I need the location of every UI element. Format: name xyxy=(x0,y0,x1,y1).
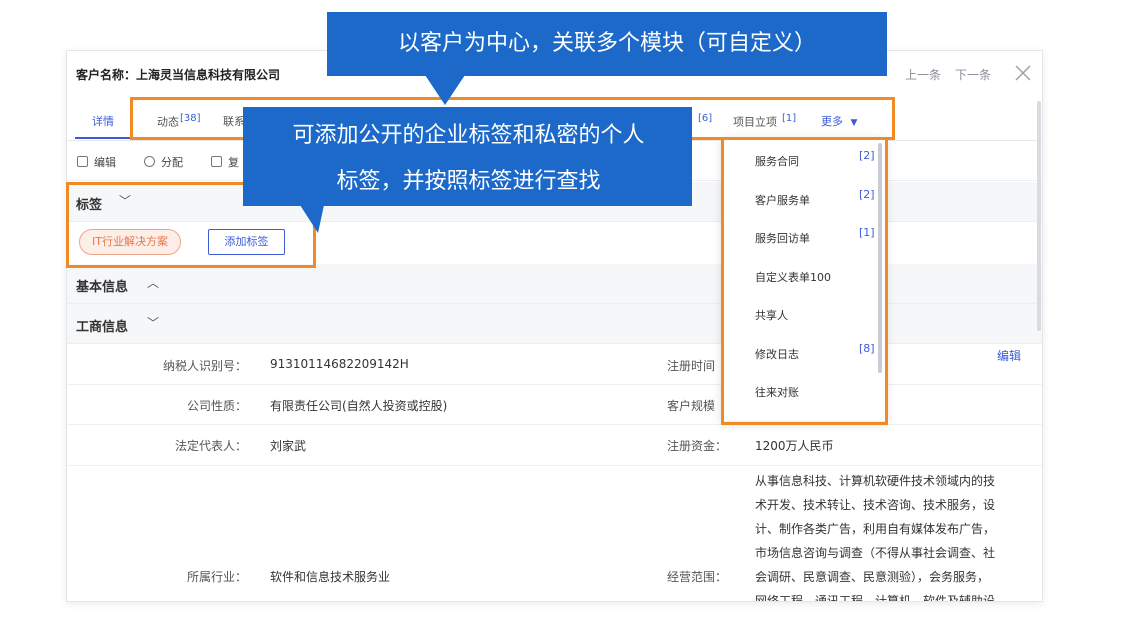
edit-button[interactable]: 编辑 xyxy=(77,154,116,170)
dropdown-scrollbar[interactable] xyxy=(878,143,882,373)
scope-line: 会调研、民意调查、民意测验），会务服务， xyxy=(755,570,990,584)
business-info-label: 工商信息 xyxy=(76,320,129,335)
reg-capital-label: 注册资金： xyxy=(667,439,728,453)
tag-chip[interactable]: IT行业解决方案 xyxy=(79,229,181,255)
active-tab-indicator xyxy=(75,137,131,139)
close-icon[interactable] xyxy=(1013,63,1033,83)
basic-info-section-header[interactable]: 基本信息 ︿ xyxy=(67,264,1042,304)
reg-time-label: 注册时间 xyxy=(667,359,716,373)
scope-line: 市场信息咨询与调查（不得从事社会调查、社 xyxy=(755,546,996,560)
menu-item-change-log[interactable]: 修改日志 xyxy=(755,346,799,362)
tab-more[interactable]: 更多 ▼ xyxy=(821,113,857,129)
assign-button[interactable]: 分配 xyxy=(144,154,183,170)
industry-value: 软件和信息技术服务业 xyxy=(270,570,391,584)
scope-line: 计、制作各类广告，利用自有媒体发布广告， xyxy=(755,522,996,536)
tab-contacts[interactable]: 联系 xyxy=(223,113,245,129)
business-scope-text: 从事信息科技、计算机软硬件技术领域内的技 术开发、技术转让、技术咨询、技术服务，… xyxy=(755,469,1030,602)
business-info-section-header[interactable]: 工商信息 ﹀ xyxy=(67,304,1042,344)
industry-label: 所属行业： xyxy=(186,570,247,584)
menu-item-reconciliation[interactable]: 往来对账 xyxy=(755,384,799,400)
legal-rep-label: 法定代表人： xyxy=(174,439,247,453)
copy-button[interactable]: 复 xyxy=(211,154,239,170)
chevron-up-icon: ︿ xyxy=(147,276,160,290)
customer-title: 客户名称：上海灵当信息科技有限公司 xyxy=(76,68,281,82)
menu-item-service-contract[interactable]: 服务合同 xyxy=(755,153,799,169)
menu-count: [1] xyxy=(859,226,875,239)
menu-item-custom-form[interactable]: 自定义表单100 xyxy=(755,269,831,285)
company-type-value: 有限责任公司(自然人投资或控股) xyxy=(270,399,448,413)
menu-count: [2] xyxy=(859,188,875,201)
basic-info-label: 基本信息 xyxy=(76,280,129,295)
screenshot-stage: 客户名称：上海灵当信息科技有限公司 上一条 下一条 详情 动态[38] 联系 [… xyxy=(0,0,1125,618)
callout-modules: 以客户为中心，关联多个模块（可自定义） xyxy=(327,12,887,76)
copy-icon xyxy=(211,156,222,167)
info-row: 纳税人识别号： 91310114682209142H 注册时间 xyxy=(67,345,1042,385)
next-record-link[interactable]: 下一条 xyxy=(955,66,991,83)
panel-scrollbar[interactable] xyxy=(1037,101,1041,331)
callout-tags-line: 标签，并按照标签进行查找 xyxy=(336,169,601,194)
menu-count: [8] xyxy=(859,342,875,355)
menu-item-service-order[interactable]: 客户服务单 xyxy=(755,192,810,208)
callout-tags-line: 可添加公开的企业标签和私密的个人 xyxy=(292,123,645,148)
info-row: 法定代表人： 刘家武 注册资金： 1200万人民币 xyxy=(67,425,1042,466)
callout-pointer xyxy=(425,75,465,105)
scope-line: 网络工程、通讯工程、计算机、软件及辅助设 xyxy=(755,594,996,602)
chevron-down-icon: ﹀ xyxy=(119,194,132,208)
callout-tags: 可添加公开的企业标签和私密的个人 标签，并按照标签进行查找 xyxy=(243,107,692,206)
scope-line: 术开发、技术转让、技术咨询、技术服务，设 xyxy=(755,498,996,512)
menu-item-shared-users[interactable]: 共享人 xyxy=(755,307,788,323)
tab-activity[interactable]: 动态[38] xyxy=(157,113,201,130)
scope-label: 经营范围： xyxy=(667,570,728,584)
tab-hidden[interactable]: [6] xyxy=(697,113,712,129)
chevron-down-icon: ﹀ xyxy=(147,316,160,330)
edit-business-info-link[interactable]: 编辑 xyxy=(997,347,1021,364)
add-tag-button[interactable]: 添加标签 xyxy=(208,229,285,255)
edit-icon xyxy=(77,156,88,167)
more-dropdown-menu: 服务合同 [2] 客户服务单 [2] 服务回访单 [1] 自定义表单100 共享… xyxy=(722,138,886,422)
company-type-label: 公司性质： xyxy=(186,399,247,413)
menu-count: [2] xyxy=(859,149,875,162)
tax-id-label: 纳税人识别号： xyxy=(162,359,247,373)
menu-item-service-visit[interactable]: 服务回访单 xyxy=(755,230,810,246)
scale-label: 客户规模 xyxy=(667,399,716,413)
tax-id-value: 91310114682209142H xyxy=(270,357,409,371)
tags-row: IT行业解决方案 添加标签 xyxy=(67,223,1042,263)
scope-line: 从事信息科技、计算机软硬件技术领域内的技 xyxy=(755,474,996,488)
tags-section-label: 标签 xyxy=(76,198,103,213)
info-row: 公司性质： 有限责任公司(自然人投资或控股) 客户规模 xyxy=(67,385,1042,425)
prev-record-link[interactable]: 上一条 xyxy=(905,66,941,83)
tab-projects[interactable]: 项目立项 [1] xyxy=(733,113,796,130)
reg-capital-value: 1200万人民币 xyxy=(755,439,834,453)
user-icon xyxy=(144,156,155,167)
callout-pointer xyxy=(300,205,324,233)
caret-down-icon: ▼ xyxy=(850,118,858,128)
legal-rep-value: 刘家武 xyxy=(270,439,307,453)
tab-details[interactable]: 详情 xyxy=(92,113,114,129)
